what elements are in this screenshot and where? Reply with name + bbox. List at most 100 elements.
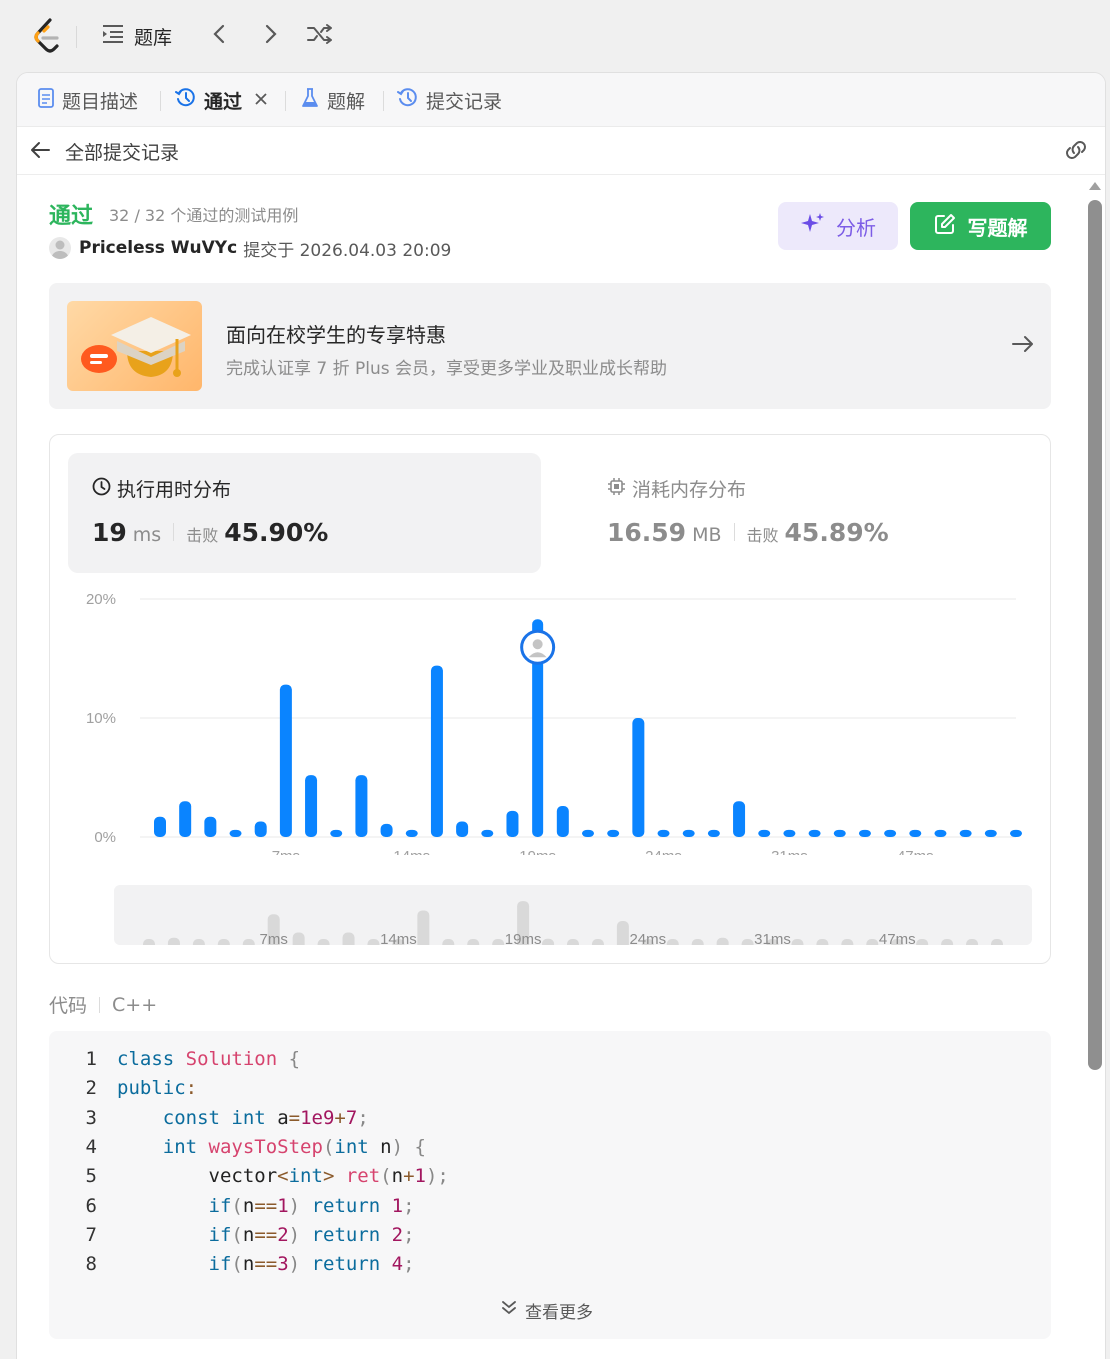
chart-bar <box>833 829 846 837</box>
line-number: 7 <box>85 1223 97 1246</box>
submission-panel: 题目描述 通过 题解 提交记录 全部提交记录 通过 32 / 32 个通过的测试… <box>16 72 1106 1359</box>
prev-problem-button[interactable] <box>210 20 230 52</box>
tab-description[interactable]: 题目描述 <box>37 86 138 114</box>
mini-bar <box>616 921 629 945</box>
code-text: int waysToStep(int n) { <box>162 1135 426 1158</box>
show-more-button[interactable]: 查看更多 <box>501 1298 593 1323</box>
code-text: class Solution { <box>117 1048 301 1070</box>
mini-bar <box>691 939 704 945</box>
submitter-info: Priceless WuVYc 提交于 2026.04.03 20:09 <box>49 236 452 261</box>
back-arrow-icon[interactable] <box>29 139 51 165</box>
mini-bar <box>816 939 829 945</box>
memory-value: 16.59 <box>607 518 687 547</box>
flask-icon <box>300 87 320 114</box>
line-number: 5 <box>85 1165 97 1188</box>
runtime-title-text: 执行用时分布 <box>117 479 232 501</box>
problem-list-button[interactable]: 题库 <box>102 20 172 52</box>
random-problem-button[interactable] <box>306 20 334 52</box>
chart-bar <box>984 829 997 837</box>
memory-title: 消耗内存分布 <box>607 475 746 502</box>
chart-bar <box>279 684 292 837</box>
analyze-button[interactable]: 分析 <box>778 202 898 250</box>
mini-bar <box>841 939 854 945</box>
chart-bar <box>657 829 670 837</box>
chart-bar <box>380 823 393 837</box>
code-block[interactable]: 查看更多 1 class Solution {2 public: 3 const in… <box>49 1031 1051 1339</box>
tab-bar: 题目描述 通过 题解 提交记录 <box>17 73 1105 127</box>
memory-unit: MB <box>692 524 722 546</box>
x-tick-label: 47ms <box>897 848 934 855</box>
line-number: 8 <box>85 1253 97 1276</box>
chart-bar <box>582 829 594 837</box>
scrollbar-thumb[interactable] <box>1088 200 1102 1070</box>
performance-stats: 执行用时分布 19 ms 击败 45.90% 消耗内存分布 16.59 MB 击… <box>49 434 1051 964</box>
username[interactable]: Priceless WuVYc <box>79 238 237 258</box>
divider <box>173 523 175 541</box>
code-text: if(n==3) return 4; <box>208 1253 415 1276</box>
chart-bar <box>229 829 242 837</box>
chart-bar <box>254 821 267 837</box>
code-line: 2 public: <box>49 1077 198 1106</box>
chart-bar <box>934 829 947 837</box>
tab-solutions[interactable]: 题解 <box>300 86 365 114</box>
next-problem-button[interactable] <box>260 20 280 52</box>
scroll-up-arrow-icon[interactable] <box>1089 182 1101 190</box>
tab-divider <box>160 91 161 111</box>
submit-time: 提交于 2026.04.03 20:09 <box>243 240 452 261</box>
chip-icon <box>607 477 626 501</box>
code-line: 4 int waysToStep(int n) { <box>49 1136 426 1165</box>
mini-bar <box>242 939 255 945</box>
mini-bar <box>167 937 180 945</box>
chart-bar <box>632 718 645 837</box>
divider <box>76 26 77 48</box>
memory-value-row: 16.59 MB 击败 45.89% <box>607 518 889 547</box>
memory-card[interactable]: 消耗内存分布 16.59 MB 击败 45.89% <box>583 453 1033 573</box>
top-bar: 题库 <box>0 0 1110 72</box>
tab-label: 题解 <box>327 90 366 113</box>
code-text: if(n==1) return 1; <box>208 1194 415 1217</box>
runtime-unit: ms <box>132 524 162 546</box>
history-icon <box>175 87 197 114</box>
mini-x-label: 14ms <box>380 931 417 945</box>
write-solution-button[interactable]: 写题解 <box>910 202 1051 250</box>
close-icon[interactable] <box>254 89 268 111</box>
problem-list-label: 题库 <box>134 26 173 49</box>
chart-range-navigator[interactable]: 7ms 14ms 19ms 24ms 31ms 47ms <box>114 885 1032 945</box>
arrow-right-icon <box>1011 333 1035 359</box>
runtime-card[interactable]: 执行用时分布 19 ms 击败 45.90% <box>68 453 541 573</box>
edit-icon <box>934 213 956 240</box>
sparkle-icon <box>800 212 826 241</box>
student-promo-banner[interactable]: 面向在校学生的专享特惠 完成认证享 7 折 Plus 会员，享受更多学业及职业成… <box>49 283 1051 409</box>
avatar[interactable] <box>49 237 71 259</box>
mini-bar <box>791 939 804 945</box>
chart-bar <box>481 829 494 837</box>
mini-bar <box>916 939 929 945</box>
divider <box>733 523 735 541</box>
marker-avatar-head <box>532 639 543 650</box>
code-text: public: <box>117 1077 198 1100</box>
mini-bar <box>966 939 979 945</box>
tab-divider <box>383 91 384 111</box>
mini-bar <box>417 910 430 945</box>
history-icon <box>397 87 419 114</box>
link-icon[interactable] <box>1063 139 1089 165</box>
y-tick-label: 20% <box>86 591 116 608</box>
mini-x-label: 31ms <box>754 931 791 945</box>
chevron-right-icon <box>260 23 280 49</box>
chart-bar <box>430 665 443 837</box>
code-label: 代码 <box>49 995 88 1017</box>
beat-label: 击败 <box>186 526 219 545</box>
chart-bar <box>682 829 695 837</box>
mini-bar <box>317 939 330 945</box>
tab-submissions[interactable]: 提交记录 <box>397 86 502 114</box>
runtime-distribution-chart[interactable]: 20% 10% 0% 7ms 14ms 19ms 24ms 31ms 47ms <box>50 585 1050 855</box>
x-tick-label: 24ms <box>645 848 682 855</box>
line-number: 4 <box>85 1135 97 1158</box>
mini-bar <box>941 939 954 945</box>
memory-title-text: 消耗内存分布 <box>632 479 747 501</box>
line-number: 1 <box>85 1048 97 1070</box>
promo-title: 面向在校学生的专享特惠 <box>226 323 446 347</box>
chart-bar <box>909 829 922 837</box>
leetcode-logo-icon[interactable] <box>30 16 66 56</box>
tab-accepted[interactable]: 通过 <box>175 86 268 114</box>
